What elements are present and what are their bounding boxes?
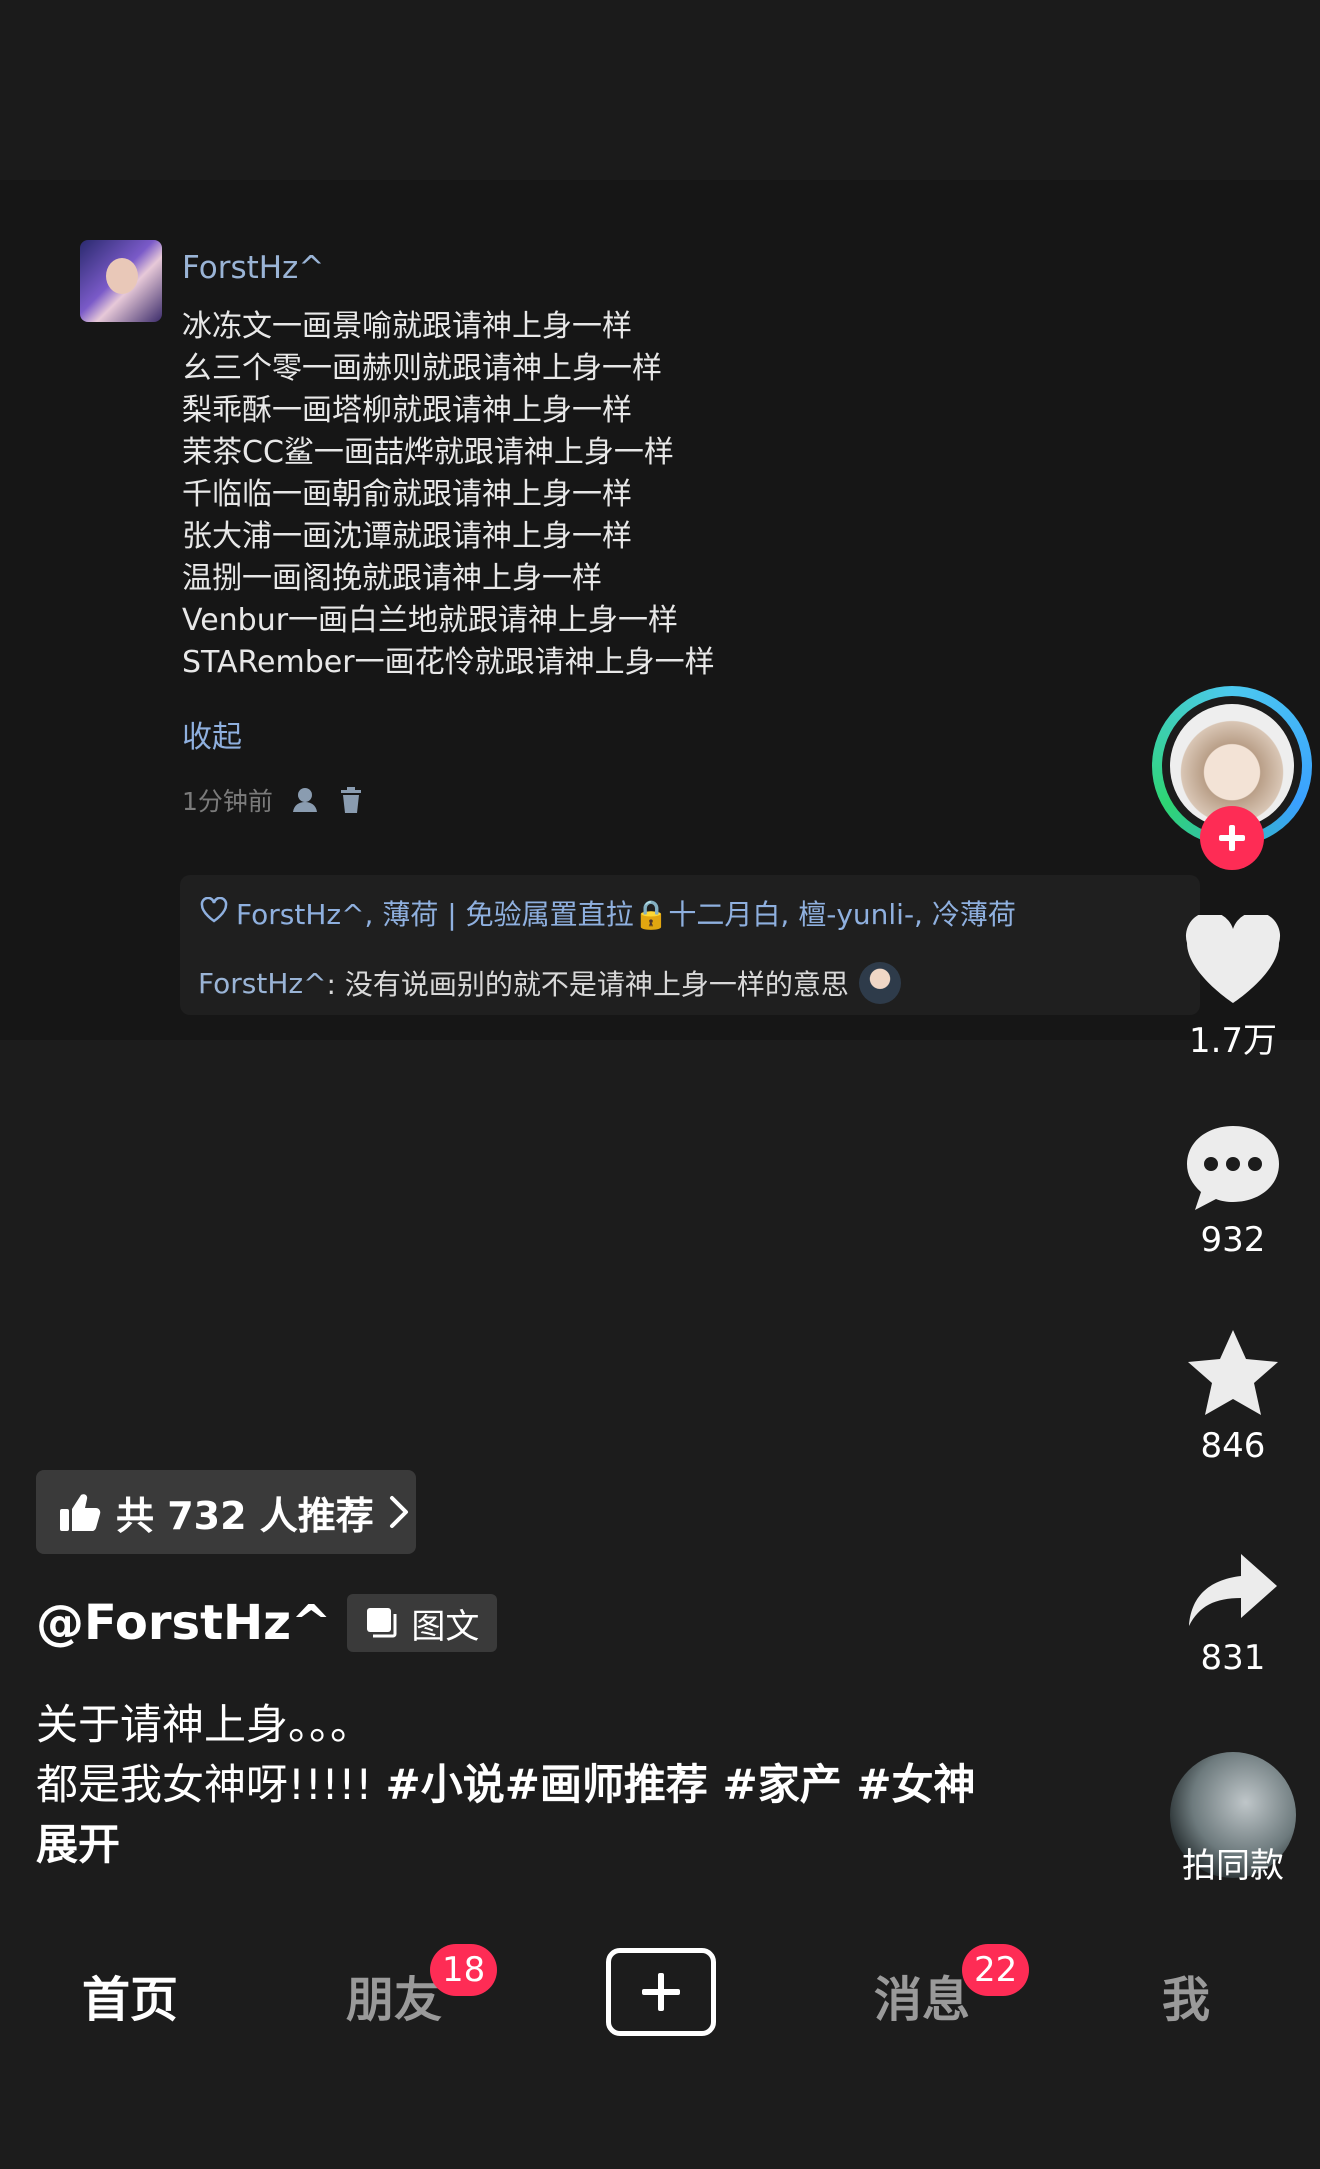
comment-likers[interactable]: ForstHz^, 薄荷 | 免验属置直拉🔒十二月白, 檀-yunli-, 冷薄… (200, 893, 1016, 933)
plus-icon (1219, 825, 1245, 851)
heart-icon (1185, 915, 1281, 1003)
comment-line: 幺三个零一画赫则就跟请神上身一样 (182, 351, 662, 386)
thumbs-up-icon (60, 1494, 101, 1531)
reply-preview[interactable]: ForstHz^ : 没有说画别的就不是请神上身一样的意思 (198, 962, 901, 1004)
chevron-right-icon (389, 1496, 408, 1528)
share-count: 831 (1200, 1638, 1266, 1678)
user-icon[interactable] (291, 786, 321, 814)
nav-friends[interactable]: 朋友 (346, 1960, 442, 2030)
sticker-avatar (858, 962, 901, 1004)
nav-home[interactable]: 首页 (82, 1960, 178, 2030)
hashtags[interactable]: #小说#画师推荐 #家产 #女神 (386, 1760, 976, 1809)
comment-line: 冰冻文一画景喻就跟请神上身一样 (182, 309, 632, 344)
comment-icon (1187, 1126, 1279, 1210)
comment-button[interactable]: 932 (1170, 1122, 1296, 1260)
recommend-pill[interactable]: 共 732 人推荐 (36, 1470, 416, 1554)
likers-text: ForstHz^, 薄荷 | 免验属置直拉🔒十二月白, 檀-yunli-, 冷薄… (236, 898, 1016, 931)
favorite-button[interactable]: 846 (1170, 1328, 1296, 1466)
reply-username[interactable]: ForstHz^ (198, 967, 327, 1000)
desc-line-1: 关于请神上身。。。 (36, 1700, 373, 1749)
author-row: @ForstHz^ 图文 (36, 1594, 498, 1652)
friends-badge: 18 (430, 1944, 498, 1996)
recommend-label: 共 732 人推荐 (116, 1493, 374, 1538)
images-icon (367, 1608, 397, 1638)
desc-text: 都是我女神呀!!!!! (36, 1760, 386, 1809)
comment-count: 932 (1200, 1220, 1266, 1260)
post-description: 关于请神上身。。。 都是我女神呀!!!!! #小说#画师推荐 #家产 #女神 展… (36, 1695, 1116, 1875)
top-area (0, 0, 1320, 180)
comment-line: STARember一画花怜就跟请神上身一样 (182, 645, 715, 680)
share-icon (1189, 1554, 1277, 1626)
post-type-label: 图文 (411, 1606, 480, 1647)
comment-line: 张大浦一画沈谭就跟请神上身一样 (182, 519, 632, 554)
like-count: 1.7万 (1188, 1021, 1278, 1061)
commenter-avatar[interactable] (80, 240, 162, 322)
nav-messages[interactable]: 消息 (874, 1960, 970, 2030)
follow-button[interactable] (1200, 806, 1264, 870)
comment-line: 梨乖酥一画塔柳就跟请神上身一样 (182, 393, 632, 428)
plus-icon (642, 1973, 680, 2011)
trash-icon[interactable] (339, 786, 363, 814)
comment-body: 冰冻文一画景喻就跟请神上身一样 幺三个零一画赫则就跟请神上身一样 梨乖酥一画塔柳… (182, 306, 715, 684)
nav-me[interactable]: 我 (1162, 1960, 1210, 2030)
comment-meta: 1分钟前 (182, 782, 363, 818)
messages-badge: 22 (962, 1944, 1030, 1996)
post-type-badge: 图文 (347, 1594, 498, 1652)
desc-line-2: 都是我女神呀!!!!! #小说#画师推荐 #家产 #女神 (36, 1755, 1116, 1815)
star-icon (1188, 1330, 1278, 1415)
music-label[interactable]: 拍同款 (1170, 1838, 1296, 1887)
like-button[interactable]: 1.7万 (1170, 915, 1296, 1062)
heart-outline-icon (200, 896, 228, 930)
collapse-link[interactable]: 收起 (182, 712, 242, 756)
expand-link[interactable]: 展开 (36, 1815, 1116, 1875)
comment-line: 千临临一画朝俞就跟请神上身一样 (182, 477, 632, 512)
comment-line: 温捌一画阁挽就跟请神上身一样 (182, 561, 602, 596)
share-button[interactable]: 831 (1170, 1548, 1296, 1678)
comment-line: 茉茶CC鲨一画喆烨就跟请神上身一样 (182, 435, 674, 470)
comment-username[interactable]: ForstHz^ (182, 250, 324, 286)
reply-text: : 没有说画别的就不是请神上身一样的意思 (326, 968, 849, 1001)
comment-time: 1分钟前 (182, 787, 273, 816)
author-name[interactable]: @ForstHz^ (36, 1595, 331, 1651)
create-button[interactable] (606, 1948, 716, 2036)
favorite-count: 846 (1200, 1426, 1266, 1466)
comment-line: Venbur一画白兰地就跟请神上身一样 (182, 603, 679, 638)
